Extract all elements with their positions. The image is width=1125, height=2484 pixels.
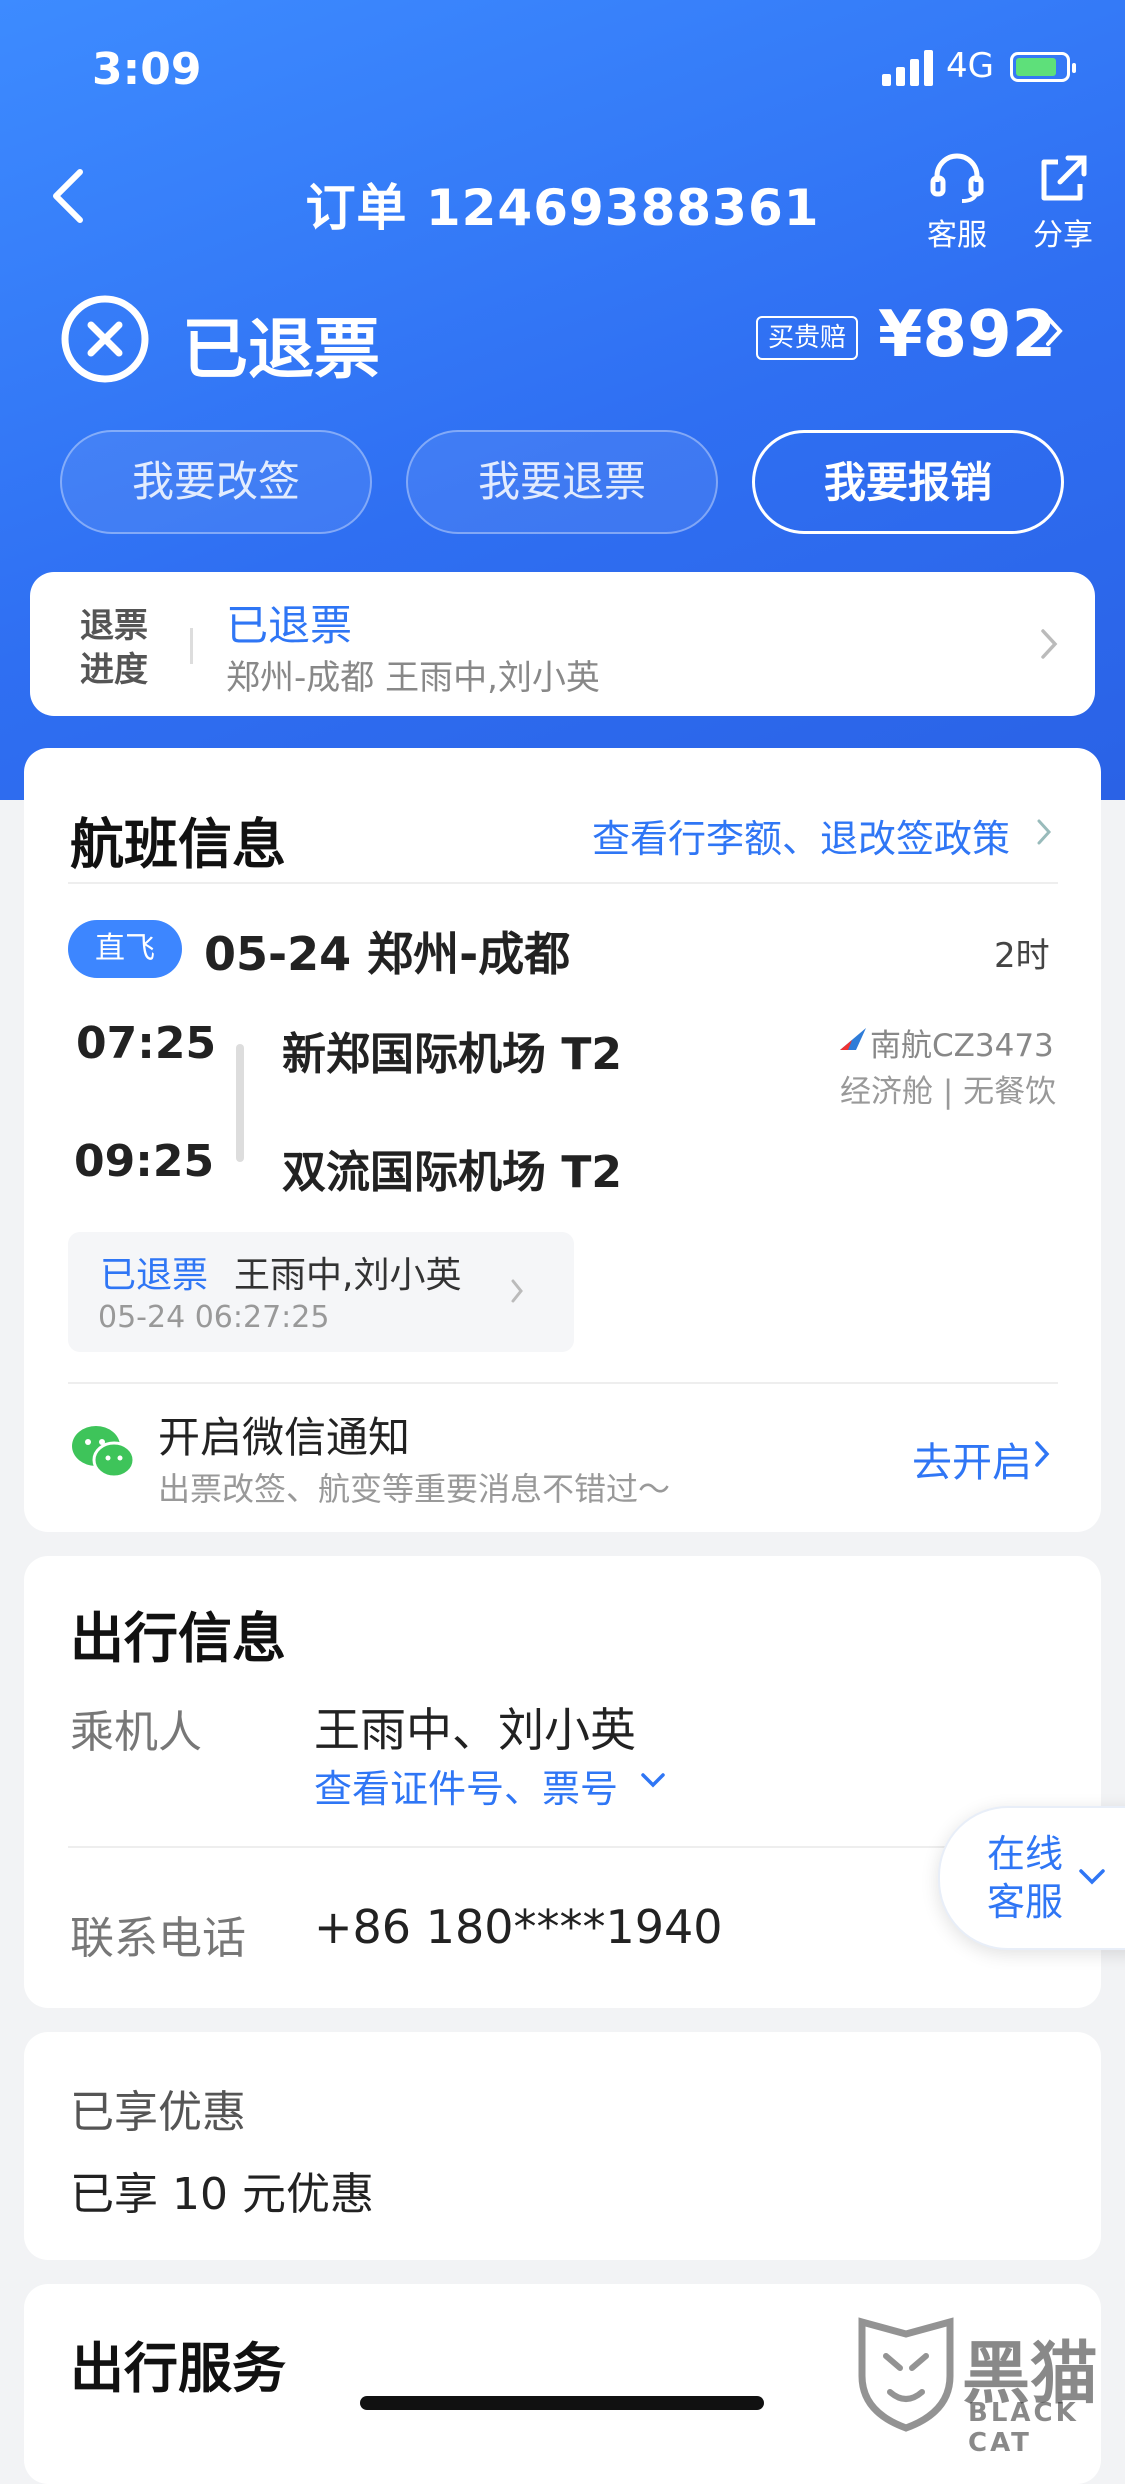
direct-flight-badge: 直飞	[68, 920, 182, 978]
arrive-airport: 双流国际机场 T2	[282, 1147, 622, 1198]
home-indicator	[360, 2396, 764, 2410]
depart-airport: 新郑国际机场 T2	[282, 1029, 622, 1080]
share-button[interactable]: 分享	[1018, 152, 1108, 254]
status-time: 3:09	[92, 44, 202, 95]
refund-progress-status: 已退票	[226, 601, 353, 650]
refund-record-status: 已退票	[100, 1255, 209, 1296]
refund-progress-card[interactable]: 退票进度 已退票 郑州-成都 王雨中,刘小英	[30, 572, 1095, 716]
change-ticket-button[interactable]: 我要改签	[60, 430, 372, 534]
chevron-down-icon	[1079, 1869, 1105, 1885]
divider	[190, 628, 193, 664]
flight-info-card: 航班信息 查看行李额、退改签政策 直飞 05-24 郑州-成都 2时 07:25…	[24, 748, 1101, 1532]
refund-ticket-button[interactable]: 我要退票	[406, 430, 718, 534]
black-cat-logo-icon	[858, 2317, 954, 2432]
flight-timeline	[236, 1044, 244, 1162]
passenger-names: 王雨中、刘小英	[314, 1703, 636, 1757]
divider	[68, 1846, 1058, 1848]
arrive-time: 09:25	[74, 1136, 215, 1187]
online-service-line1: 在线	[986, 1832, 1063, 1876]
airline-flight-number: 南航CZ3473	[870, 1028, 1054, 1064]
discount-title: 已享优惠	[70, 2087, 246, 2138]
policy-link[interactable]: 查看行李额、退改签政策	[592, 808, 1010, 863]
chevron-right-icon	[1046, 316, 1063, 346]
order-status-text: 已退票	[182, 311, 380, 388]
signal-icon	[882, 50, 934, 86]
watermark-subtext: BLACK CAT	[968, 2398, 1079, 2458]
chevron-right-icon	[1035, 1441, 1050, 1467]
headset-icon	[930, 153, 984, 203]
reimbursement-button[interactable]: 我要报销	[752, 430, 1064, 534]
divider	[68, 1382, 1058, 1384]
customer-service-label: 客服	[927, 218, 987, 253]
view-id-ticket-link[interactable]: 查看证件号、票号	[314, 1758, 618, 1813]
share-label: 分享	[1033, 218, 1093, 253]
phone-label: 联系电话	[70, 1913, 246, 1964]
discount-value: 已享 10 元优惠	[70, 2169, 374, 2220]
refund-record[interactable]: 已退票 王雨中,刘小英 05-24 06:27:25	[68, 1232, 574, 1352]
refund-record-time: 05-24 06:27:25	[98, 1300, 330, 1335]
refund-progress-detail: 郑州-成都 王雨中,刘小英	[226, 658, 600, 698]
discount-card: 已享优惠 已享 10 元优惠	[24, 2032, 1101, 2260]
flight-duration: 2时	[994, 936, 1050, 976]
share-icon	[1041, 155, 1087, 201]
flight-route: 05-24 郑州-成都	[204, 927, 571, 981]
online-service-button[interactable]: 在线 客服	[938, 1806, 1125, 1950]
travel-info-card: 出行信息 乘机人 王雨中、刘小英 查看证件号、票号 联系电话 +86 180**…	[24, 1556, 1101, 2008]
online-service-line2: 客服	[986, 1880, 1063, 1924]
depart-time: 07:25	[76, 1018, 217, 1069]
wechat-icon	[72, 1426, 136, 1479]
refund-record-passengers: 王雨中,刘小英	[234, 1255, 462, 1296]
battery-icon	[1010, 52, 1076, 82]
travel-services-title: 出行服务	[70, 2337, 286, 2400]
customer-service-button[interactable]: 客服	[912, 152, 1002, 254]
airline-logo-icon	[840, 1028, 866, 1050]
divider	[68, 882, 1058, 884]
refund-progress-label: 退票进度	[80, 606, 148, 690]
chevron-right-icon	[511, 1279, 523, 1303]
cabin-class: 经济舱 | 无餐饮	[840, 1074, 1057, 1110]
order-price[interactable]: ¥892	[878, 298, 1056, 372]
wechat-notify-subtitle: 出票改签、航变等重要消息不错过～	[158, 1470, 671, 1508]
chevron-right-icon	[1037, 819, 1052, 845]
chevron-down-icon	[641, 1773, 665, 1788]
network-type: 4G	[946, 46, 994, 86]
travel-info-title: 出行信息	[70, 1607, 286, 1670]
price-guarantee-badge: 买贵赔	[756, 316, 859, 360]
online-service-label: 在线 客服	[980, 1830, 1070, 1926]
wechat-notify-title: 开启微信通知	[158, 1413, 411, 1462]
passenger-label: 乘机人	[70, 1707, 202, 1758]
chevron-right-icon	[1041, 629, 1058, 659]
flight-info-title: 航班信息	[70, 813, 286, 876]
enable-wechat-button[interactable]: 去开启	[912, 1430, 1032, 1488]
watermark: 黑猫 BLACK CAT	[852, 2316, 1122, 2458]
phone-number: +86 180****1940	[314, 1900, 723, 1954]
refunded-icon	[60, 294, 150, 384]
